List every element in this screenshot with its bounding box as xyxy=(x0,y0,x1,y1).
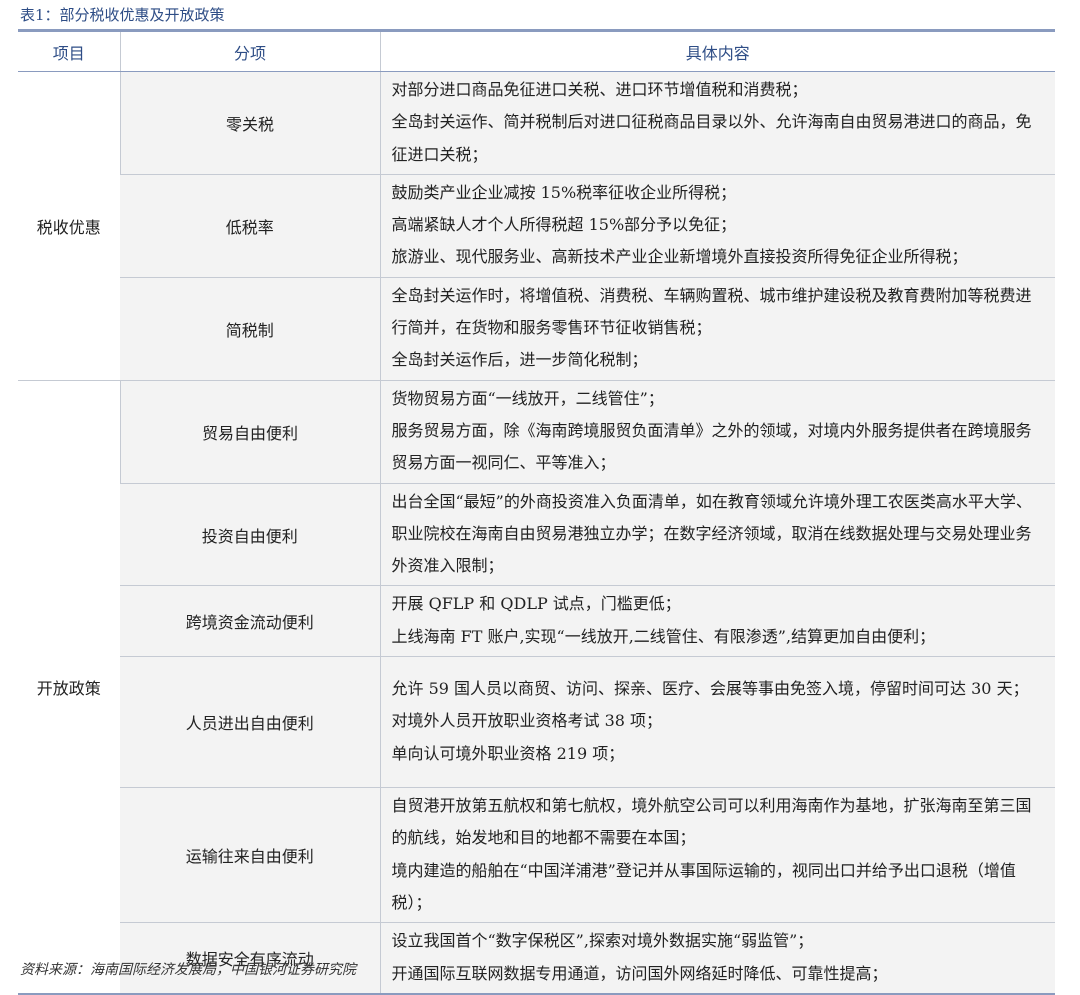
content-cell: 设立我国首个“数字保税区”,探索对境外数据实施“弱监管”； 开通国际互联网数据专… xyxy=(379,922,1055,993)
content-line: 全岛封关运作、简并税制后对进口征税商品目录以外、允许海南自由贸易港进口的商品，免… xyxy=(391,112,1032,164)
content-line: 对境外人员开放职业资格考试 38 项； xyxy=(391,711,663,731)
table-row: 简税制 全岛封关运作时，将增值税、消费税、车辆购置税、城市维护建设税及教育费附加… xyxy=(18,276,1055,381)
category-cell: 开放政策 xyxy=(18,379,120,993)
header-content: 具体内容 xyxy=(379,32,1055,72)
content-line: 货物贸易方面“一线放开，二线管住”； xyxy=(391,388,664,408)
table-row: 运输往来自由便利 自贸港开放第五航权和第七航权，境外航空公司可以利用海南作为基地… xyxy=(18,787,1055,923)
header-subitem: 分项 xyxy=(119,32,380,72)
table-row: 数据安全有序流动 设立我国首个“数字保税区”,探索对境外数据实施“弱监管”； 开… xyxy=(18,922,1055,993)
content-line: 出台全国“最短”的外商投资准入负面清单，如在教育领域允许境外理工农医类高水平大学… xyxy=(391,491,1032,576)
content-cell: 对部分进口商品免征进口关税、进口环节增值税和消费税； 全岛封关运作、简并税制后对… xyxy=(379,71,1055,175)
content-line: 允许 59 国人员以商贸、访问、探亲、医疗、会展等事由免签入境，停留时间可达 3… xyxy=(391,679,1029,699)
table-row: 低税率 鼓励类产业企业减按 15%税率征收企业所得税； 高端紧缺人才个人所得税超… xyxy=(18,173,1055,278)
subitem-cell: 简税制 xyxy=(120,276,380,381)
subitem-cell: 运输往来自由便利 xyxy=(120,787,380,923)
header-project: 项目 xyxy=(18,32,120,72)
content-line: 高端紧缺人才个人所得税超 15%部分予以免征； xyxy=(391,215,737,235)
content-line: 旅游业、现代服务业、高新技术产业企业新增境外直接投资所得免征企业所得税； xyxy=(391,247,968,267)
table-row: 跨境资金流动便利 开展 QFLP 和 QDLP 试点，门槛更低； 上线海南 FT… xyxy=(18,585,1055,657)
content-line: 对部分进口商品免征进口关税、进口环节增值税和消费税； xyxy=(391,80,808,99)
content-line: 全岛封关运作时，将增值税、消费税、车辆购置税、城市维护建设税及教育费附加等税费进… xyxy=(391,285,1032,338)
subitem-cell: 贸易自由便利 xyxy=(119,379,380,484)
content-line: 开展 QFLP 和 QDLP 试点，门槛更低； xyxy=(391,594,681,614)
content-line: 鼓励类产业企业减按 15%税率征收企业所得税； xyxy=(391,182,737,202)
subitem-cell: 跨境资金流动便利 xyxy=(120,585,380,657)
table-row: 人员进出自由便利 允许 59 国人员以商贸、访问、探亲、医疗、会展等事由免签入境… xyxy=(18,656,1055,788)
content-line: 设立我国首个“数字保税区”,探索对境外数据实施“弱监管”； xyxy=(391,931,814,951)
table-row: 开放政策 贸易自由便利 货物贸易方面“一线放开，二线管住”； 服务贸易方面，除《… xyxy=(18,379,1055,993)
content-line: 单向认可境外职业资格 219 项； xyxy=(391,743,625,763)
content-cell: 鼓励类产业企业减按 15%税率征收企业所得税； 高端紧缺人才个人所得税超 15%… xyxy=(379,173,1055,278)
content-cell: 货物贸易方面“一线放开，二线管住”； 服务贸易方面，除《海南跨境服贸负面清单》之… xyxy=(379,379,1055,484)
table-caption: 表1：部分税收优惠及开放政策 xyxy=(20,6,225,24)
subitem-cell: 投资自由便利 xyxy=(120,482,380,586)
content-line: 服务贸易方面，除《海南跨境服贸负面清单》之外的领域，对境内外服务提供者在跨境服务… xyxy=(391,420,1032,473)
header-row: 项目 分项 具体内容 xyxy=(18,32,1055,72)
table-row: 税收优惠 零关税 对部分进口商品免征进口关税、进口环节增值税和消费税； 全岛封关… xyxy=(18,71,1055,381)
content-line: 自贸港开放第五航权和第七航权，境外航空公司可以利用海南作为基地，扩张海南至第三国… xyxy=(391,796,1032,848)
content-cell: 开展 QFLP 和 QDLP 试点，门槛更低； 上线海南 FT 账户,实现“一线… xyxy=(379,585,1055,657)
content-line: 开通国际互联网数据专用通道，访问国外网络延时降低、可靠性提高； xyxy=(391,963,888,983)
subitem-cell: 零关税 xyxy=(119,71,380,175)
policy-table: 项目 分项 具体内容 税收优惠 零关税 对部分进口商品免征进口关税、进口环节增值… xyxy=(18,29,1055,995)
content-cell: 允许 59 国人员以商贸、访问、探亲、医疗、会展等事由免签入境，停留时间可达 3… xyxy=(379,656,1055,788)
content-cell: 出台全国“最短”的外商投资准入负面清单，如在教育领域允许境外理工农医类高水平大学… xyxy=(379,482,1055,586)
content-cell: 全岛封关运作时，将增值税、消费税、车辆购置税、城市维护建设税及教育费附加等税费进… xyxy=(379,276,1055,381)
subitem-cell: 人员进出自由便利 xyxy=(120,656,380,788)
subitem-cell: 数据安全有序流动 xyxy=(120,922,380,993)
source-note: 资料来源：海南国际经济发展局，中国银河证券研究院 xyxy=(20,962,356,978)
content-line: 上线海南 FT 账户,实现“一线放开,二线管住、有限渗透”,结算更加自由便利； xyxy=(391,626,936,646)
content-line: 境内建造的船舶在“中国洋浦港”登记并从事国际运输的，视同出口并给予出口退税（增值… xyxy=(391,860,1016,912)
category-cell: 税收优惠 xyxy=(18,71,120,381)
content-line: 全岛封关运作后，进一步简化税制； xyxy=(391,350,648,370)
subitem-cell: 低税率 xyxy=(120,173,380,278)
content-cell: 自贸港开放第五航权和第七航权，境外航空公司可以利用海南作为基地，扩张海南至第三国… xyxy=(379,787,1055,923)
table-row: 投资自由便利 出台全国“最短”的外商投资准入负面清单，如在教育领域允许境外理工农… xyxy=(18,482,1055,586)
